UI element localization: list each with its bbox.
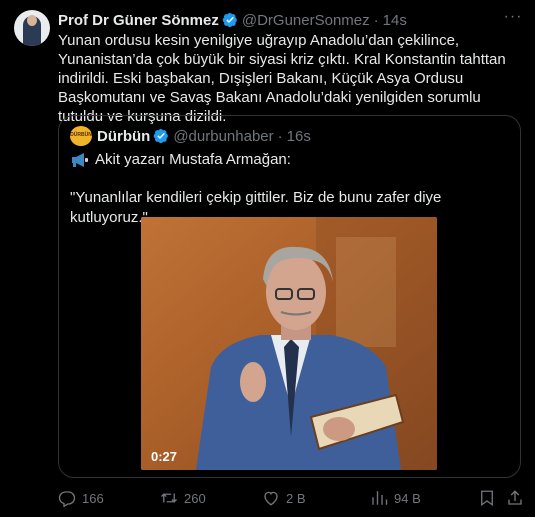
like-count: 2 B bbox=[286, 490, 306, 506]
share-button[interactable] bbox=[506, 488, 530, 508]
views-icon bbox=[372, 491, 388, 505]
quoted-header-separator: · bbox=[277, 127, 283, 145]
quoted-author-handle[interactable]: @durbunhaber bbox=[173, 128, 273, 145]
megaphone-icon bbox=[72, 153, 88, 167]
bookmark-icon bbox=[481, 490, 493, 507]
verified-badge-icon bbox=[222, 12, 237, 28]
tweet-actions: 166 260 2 B 94 B bbox=[58, 488, 524, 508]
quoted-tweet-time[interactable]: 16s bbox=[287, 128, 311, 145]
tweet-header: Prof Dr Güner Sönmez @DrGunerSonmez · 14… bbox=[58, 10, 407, 30]
retweet-count: 260 bbox=[184, 490, 206, 506]
author-handle[interactable]: @DrGunerSonmez bbox=[242, 12, 370, 29]
reply-icon bbox=[58, 491, 76, 507]
quoted-text-line-1: Akit yazarı Mustafa Armağan: bbox=[70, 150, 291, 170]
reply-button[interactable]: 166 bbox=[58, 488, 104, 508]
more-options-icon[interactable]: ··· bbox=[503, 9, 523, 30]
view-count: 94 B bbox=[394, 490, 421, 506]
quoted-author-avatar[interactable]: DÜRBÜN bbox=[70, 126, 92, 146]
video-player[interactable]: 0:27 bbox=[141, 217, 437, 470]
bookmark-button[interactable] bbox=[478, 488, 502, 508]
quoted-author-name[interactable]: Dürbün bbox=[97, 128, 150, 145]
avatar-head bbox=[27, 15, 37, 26]
quoted-tweet[interactable]: DÜRBÜN Dürbün @durbunhaber · 16s Akit ya… bbox=[58, 115, 521, 478]
video-thumbnail bbox=[141, 217, 437, 470]
author-avatar[interactable] bbox=[14, 10, 50, 46]
share-icon bbox=[508, 490, 522, 505]
reply-count: 166 bbox=[82, 490, 104, 506]
like-icon bbox=[264, 491, 278, 506]
quoted-avatar-logo-text: DÜRBÜN bbox=[70, 132, 92, 138]
tweet-time[interactable]: 14s bbox=[383, 12, 407, 29]
header-separator: · bbox=[373, 11, 379, 29]
tweet[interactable]: Prof Dr Güner Sönmez @DrGunerSonmez · 14… bbox=[0, 0, 535, 517]
retweet-button[interactable]: 260 bbox=[160, 488, 206, 508]
video-duration: 0:27 bbox=[151, 449, 178, 464]
author-name[interactable]: Prof Dr Güner Sönmez bbox=[58, 12, 219, 29]
quoted-text-line-1-label: Akit yazarı Mustafa Armağan: bbox=[95, 151, 291, 168]
views-button[interactable]: 94 B bbox=[370, 488, 421, 508]
retweet-icon bbox=[161, 493, 177, 503]
verified-badge-icon bbox=[154, 128, 169, 144]
quoted-tweet-header: DÜRBÜN Dürbün @durbunhaber · 16s bbox=[70, 126, 311, 146]
like-button[interactable]: 2 B bbox=[262, 488, 306, 508]
tweet-text: Yunan ordusu kesin yenilgiye uğrayıp Ana… bbox=[58, 32, 506, 125]
